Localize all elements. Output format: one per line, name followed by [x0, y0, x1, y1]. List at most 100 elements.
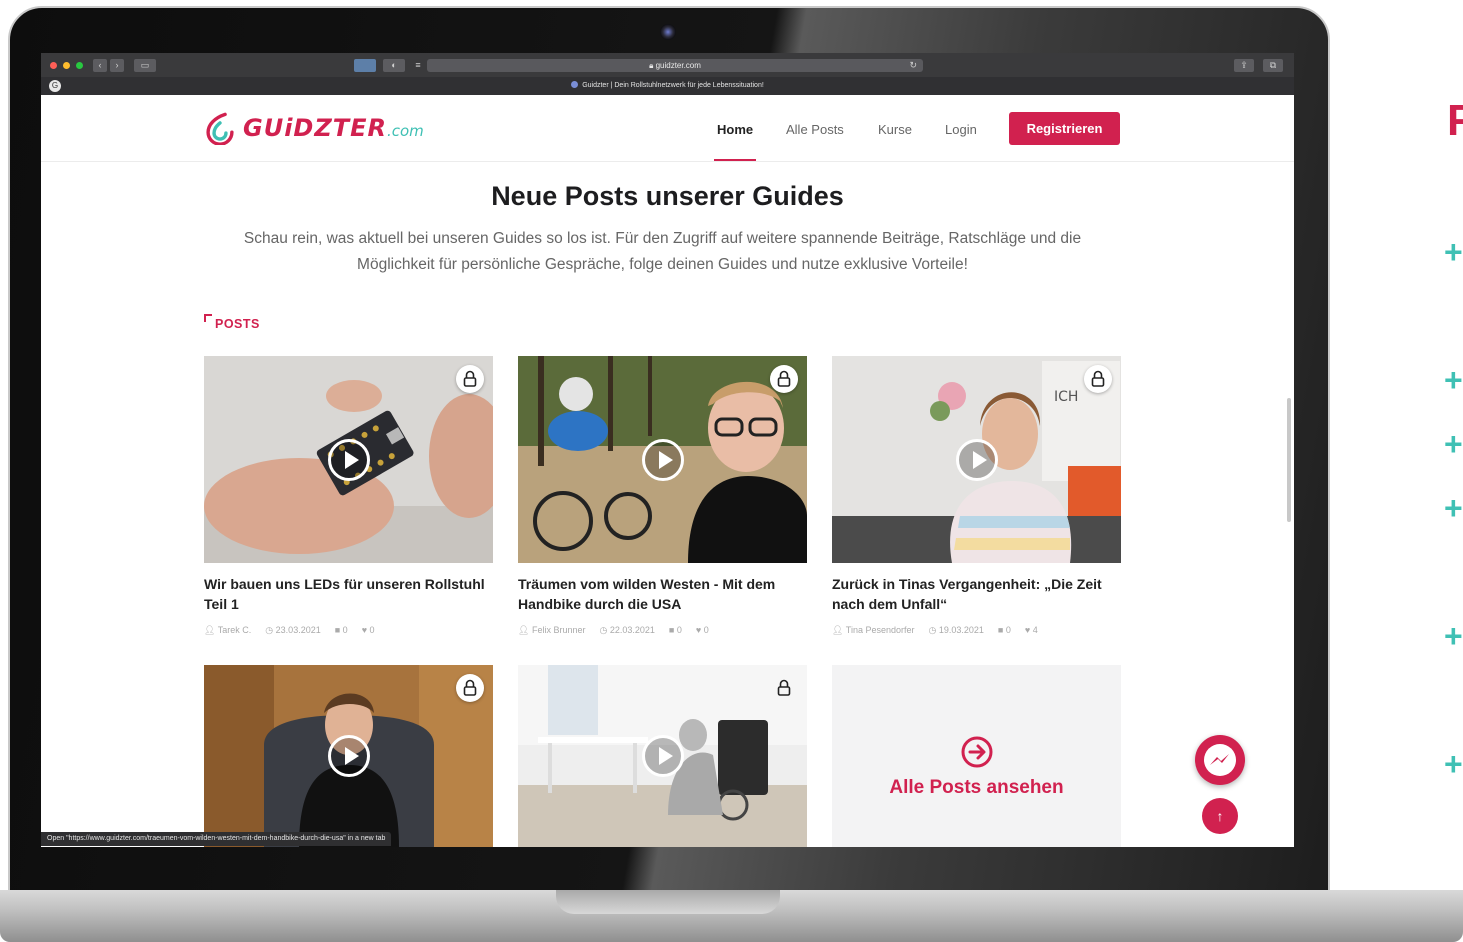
site-logo[interactable]: GUiDZTER.com	[203, 109, 424, 147]
active-tab[interactable]: Guidzter | Dein Rollstuhlnetzwerk für je…	[41, 81, 1294, 89]
tabs-overview-icon[interactable]: ⧉	[1263, 59, 1283, 72]
post-meta: 👤︎ Felix Brunner ◷ 22.03.2021 ■ 0 ♥ 0	[518, 625, 807, 636]
shield-icon[interactable]: ◐	[383, 59, 405, 72]
corner-mark	[204, 314, 212, 322]
post-thumbnail[interactable]	[518, 356, 807, 563]
page-title: Neue Posts unserer Guides	[491, 181, 844, 211]
comment-icon: ■	[668, 625, 675, 635]
post-title[interactable]: Wir bauen uns LEDs für unseren Rollstuhl…	[204, 574, 493, 614]
play-icon[interactable]	[642, 735, 684, 777]
author: 👤︎ Tina Pesendorfer	[832, 625, 915, 636]
post-thumbnail[interactable]: ICH	[832, 356, 1121, 563]
post-date: 23.03.2021	[275, 625, 321, 635]
author: 👤︎ Felix Brunner	[518, 625, 585, 636]
lock-glyph	[777, 679, 791, 696]
lock-icon[interactable]	[1084, 365, 1112, 393]
comment-count: 0	[342, 625, 348, 635]
play-icon[interactable]	[328, 439, 370, 481]
plus-icon: +	[1444, 746, 1463, 782]
date: ◷ 19.03.2021	[929, 625, 984, 636]
post-card[interactable]	[518, 665, 807, 847]
lock-icon[interactable]	[770, 365, 798, 393]
date: ◷ 22.03.2021	[599, 625, 654, 636]
user-icon: 👤︎	[832, 625, 844, 635]
play-icon[interactable]	[642, 439, 684, 481]
minimize-window-button[interactable]	[63, 62, 70, 69]
like-count: 4	[1032, 625, 1038, 635]
lock-glyph	[463, 370, 477, 387]
post-date: 19.03.2021	[938, 625, 984, 635]
all-posts-tile[interactable]: Alle Posts ansehen	[832, 665, 1121, 847]
status-bar: Open "https://www.guidzter.com/traeumen-…	[41, 832, 392, 846]
likes: ♥ 0	[696, 625, 709, 636]
nav-kurse[interactable]: Kurse	[878, 122, 912, 137]
comments: ■ 0	[998, 625, 1011, 636]
screen: ‹ › ▭ ◐ ≡ 🔒︎ guidzter.com ↻ ⇪ ⧉ G Guidzt…	[41, 53, 1294, 847]
lock-icon[interactable]	[456, 674, 484, 702]
post-title[interactable]: Zurück in Tinas Vergangenheit: „Die Zeit…	[832, 574, 1121, 614]
scrollbar[interactable]	[1287, 398, 1291, 522]
section-label-text: POSTS	[215, 317, 260, 331]
comment-count: 0	[676, 625, 682, 635]
post-card[interactable]: ICH Zurück in Tinas Vergangenheit: „Die …	[832, 356, 1121, 636]
logo-text: GUiDZTER.com	[243, 114, 424, 142]
post-card[interactable]	[204, 665, 493, 847]
camera	[660, 24, 676, 40]
address-bar[interactable]: 🔒︎ guidzter.com ↻	[427, 59, 923, 72]
section-label: POSTS	[204, 314, 260, 331]
plus-icon: +	[1444, 490, 1463, 526]
post-thumbnail[interactable]	[204, 356, 493, 563]
likes: ♥ 0	[362, 625, 375, 636]
logo-wordmark: GUiDZTER	[243, 114, 387, 142]
author-name: Tarek C.	[217, 625, 252, 635]
messenger-button[interactable]	[1195, 735, 1245, 785]
extension-icon[interactable]	[354, 59, 376, 72]
comment-icon: ■	[334, 625, 341, 635]
all-posts-link[interactable]: Alle Posts ansehen	[832, 777, 1121, 799]
plus-icon: +	[1444, 426, 1463, 462]
post-title[interactable]: Träumen vom wilden Westen - Mit dem Hand…	[518, 574, 807, 614]
share-icon[interactable]: ⇪	[1234, 59, 1254, 72]
heart-icon: ♥	[361, 625, 368, 635]
reader-icon[interactable]: ≡	[411, 59, 425, 72]
forward-icon[interactable]: ›	[110, 59, 124, 72]
date: ◷ 23.03.2021	[265, 625, 320, 636]
comment-icon: ■	[997, 625, 1004, 635]
nav-login[interactable]: Login	[945, 122, 977, 137]
stage: ‹ › ▭ ◐ ≡ 🔒︎ guidzter.com ↻ ⇪ ⧉ G Guidzt…	[0, 0, 1463, 942]
play-icon[interactable]	[956, 439, 998, 481]
arrow-up-icon[interactable]: ↑	[1202, 798, 1238, 834]
logo-suffix: .com	[386, 122, 424, 140]
lock-icon[interactable]	[770, 674, 798, 702]
post-card[interactable]: Träumen vom wilden Westen - Mit dem Hand…	[518, 356, 807, 636]
lock-icon[interactable]	[456, 365, 484, 393]
clock-icon: ◷	[265, 625, 274, 635]
sidebar-icon[interactable]: ▭	[134, 59, 156, 72]
tab-title: Guidzter | Dein Rollstuhlnetzwerk für je…	[582, 82, 764, 89]
nav-home[interactable]: Home	[717, 122, 753, 137]
back-icon[interactable]: ‹	[93, 59, 107, 72]
plus-icon: +	[1444, 362, 1463, 398]
nav-alle-posts[interactable]: Alle Posts	[786, 122, 844, 137]
post-thumbnail[interactable]	[204, 665, 493, 847]
close-window-button[interactable]	[50, 62, 57, 69]
likes: ♥ 4	[1025, 625, 1038, 636]
cropped-heading-letter: F	[1447, 96, 1463, 145]
post-thumbnail[interactable]	[518, 665, 807, 847]
post-meta: 👤︎ Tarek C. ◷ 23.03.2021 ■ 0 ♥ 0	[204, 625, 493, 636]
post-date: 22.03.2021	[609, 625, 655, 635]
register-button[interactable]: Registrieren	[1009, 112, 1120, 145]
browser-toolbar: ‹ › ▭ ◐ ≡ 🔒︎ guidzter.com ↻ ⇪ ⧉ G Guidzt…	[41, 53, 1294, 95]
zoom-window-button[interactable]	[76, 62, 83, 69]
user-icon: 👤︎	[518, 625, 530, 635]
clock-icon: ◷	[599, 625, 608, 635]
play-icon[interactable]	[328, 735, 370, 777]
post-card[interactable]: Wir bauen uns LEDs für unseren Rollstuhl…	[204, 356, 493, 636]
active-nav-indicator	[714, 159, 756, 161]
reload-icon[interactable]: ↻	[909, 59, 917, 72]
arrow-right-circle-icon	[961, 736, 993, 768]
poster-text: ICH	[1054, 389, 1078, 405]
comments: ■ 0	[335, 625, 348, 636]
author: 👤︎ Tarek C.	[204, 625, 251, 636]
heart-icon: ♥	[695, 625, 702, 635]
